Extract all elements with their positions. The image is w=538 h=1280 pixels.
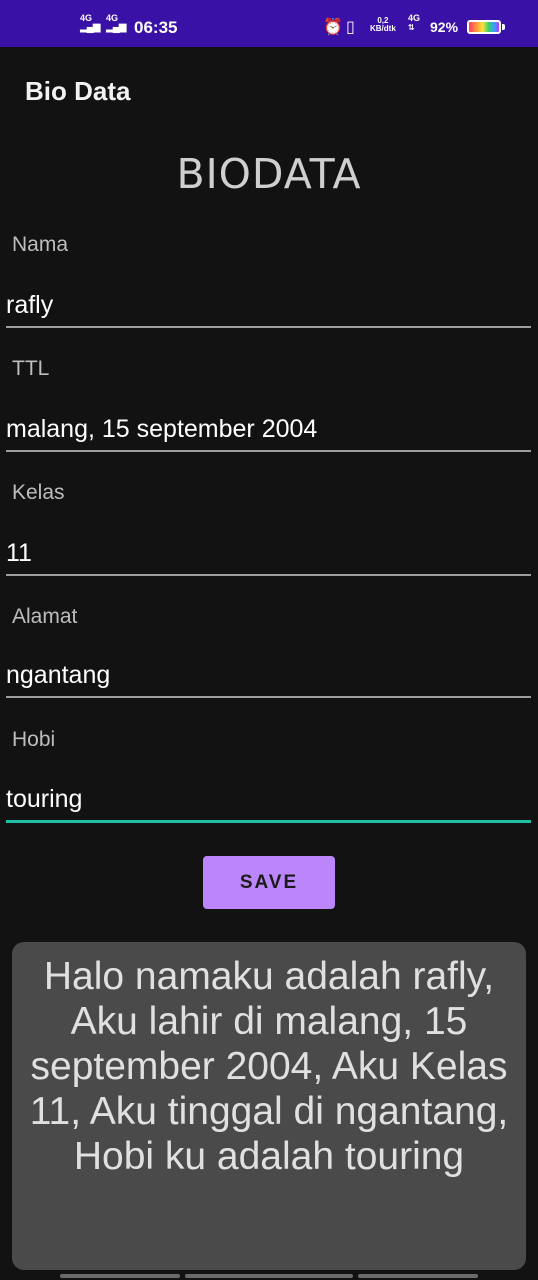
- hobi-input[interactable]: [6, 779, 531, 823]
- signal-bars-icon: ▂▄▆: [106, 22, 126, 33]
- result-text-box: Halo namaku adalah rafly, Aku lahir di m…: [12, 942, 526, 1270]
- signal-sim1-icon: 4G ▂▄▆: [80, 14, 100, 33]
- status-time: 06:35: [134, 18, 178, 37]
- network-speed: 0,2 KB/dtk: [370, 17, 396, 33]
- data-arrows-icon: ⇅: [408, 23, 415, 32]
- ttl-label: TTL: [12, 357, 50, 380]
- nama-input[interactable]: [6, 284, 531, 328]
- save-button[interactable]: SAVE: [203, 856, 335, 909]
- network-type-label: 4G: [408, 13, 421, 23]
- page-title: BIODATA: [176, 150, 362, 198]
- vibrate-icon: ▯: [346, 19, 355, 36]
- nama-label: Nama: [12, 233, 69, 256]
- app-bar-title: Bio Data: [25, 76, 131, 106]
- signal-bars-icon: ▂▄▆: [80, 22, 100, 33]
- alamat-label: Alamat: [12, 605, 78, 628]
- battery-tip-icon: [502, 24, 505, 30]
- alamat-input[interactable]: [6, 654, 531, 698]
- battery-percent: 92%: [430, 19, 459, 35]
- alarm-icon: ⏰: [323, 19, 343, 36]
- result-text: Halo namaku adalah rafly, Aku lahir di m…: [29, 955, 509, 1178]
- kelas-input[interactable]: [6, 532, 531, 576]
- nav-menu-button[interactable]: [60, 1274, 180, 1278]
- kelas-label: Kelas: [12, 481, 65, 504]
- nav-home-button[interactable]: [185, 1274, 353, 1278]
- mobile-data-icon: 4G ⇅: [408, 13, 421, 33]
- speed-unit: KB/dtk: [370, 24, 396, 33]
- hobi-label: Hobi: [12, 728, 56, 751]
- nav-back-button[interactable]: [358, 1274, 478, 1278]
- status-bar: 4G ▂▄▆ 4G ▂▄▆ 06:35 ⏰ ▯ 0,2 KB/dtk 4G ⇅ …: [0, 0, 538, 47]
- battery-icon: [467, 20, 501, 34]
- ttl-input[interactable]: [6, 408, 531, 452]
- signal-sim2-icon: 4G ▂▄▆: [106, 14, 126, 33]
